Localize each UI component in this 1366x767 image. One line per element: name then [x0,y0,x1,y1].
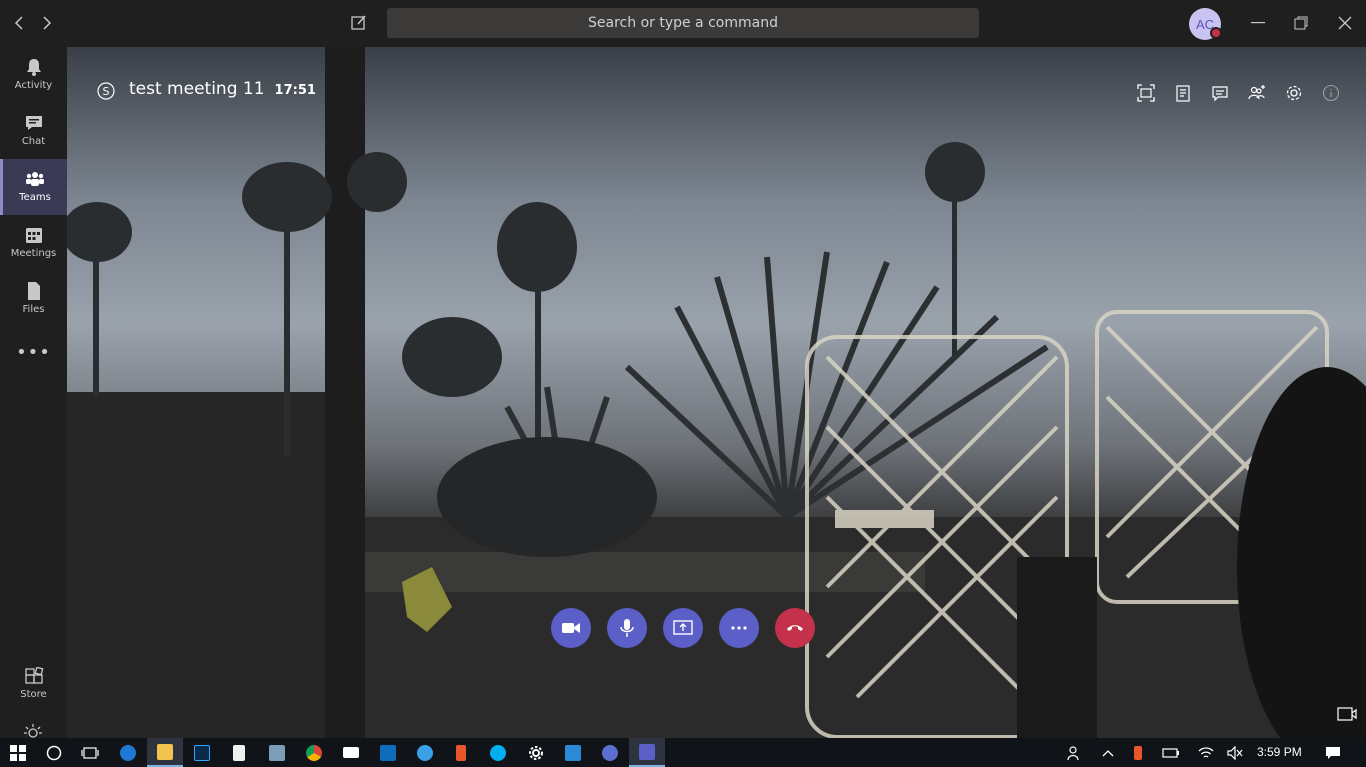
popout-video-icon[interactable] [1337,705,1357,723]
windows-start-icon[interactable] [0,738,36,767]
microphone-button[interactable] [607,608,647,648]
action-center-icon[interactable] [1315,738,1351,767]
tray-app-icon[interactable] [1120,738,1156,767]
mail-icon[interactable] [333,738,369,767]
settings-app-icon[interactable] [518,738,554,767]
people-icon[interactable] [1057,738,1093,767]
teams-app-icon[interactable] [629,738,665,767]
bell-icon [26,59,41,76]
settings-gear-icon[interactable] [1285,84,1303,102]
skype-icon: S [97,82,115,100]
meeting-header: test meeting 11 17:51 [129,79,316,99]
rail-item-label: Store [20,689,47,700]
more-dots-icon [731,626,747,630]
meeting-duration: 17:51 [274,83,316,98]
skype-app-icon[interactable] [480,738,516,767]
clock[interactable]: 3:59 PM [1257,745,1302,759]
cortana-search-icon[interactable] [36,738,72,767]
forward-arrow-icon[interactable] [37,12,57,34]
rail-item-label: Activity [14,80,53,91]
video-camera-icon [562,623,580,633]
store-icon [24,667,43,684]
photoshop-icon[interactable] [184,738,220,767]
meeting-title: test meeting 11 [129,79,265,99]
rail-item-activity[interactable]: Activity [0,47,67,103]
media-player-icon[interactable] [443,738,479,767]
rail-item-chat[interactable]: Chat [0,103,67,159]
more-apps-icon[interactable]: ••• [0,342,67,363]
rail-item-label: Teams [19,192,51,203]
file-icon [27,282,40,300]
back-arrow-icon[interactable] [9,12,29,34]
rail-item-meetings[interactable]: Meetings [0,215,67,271]
hang-up-button[interactable] [775,608,815,648]
visual-studio-icon[interactable] [555,738,591,767]
camera-app-icon[interactable] [592,738,628,767]
restore-icon[interactable] [1289,12,1313,34]
calendar-icon [25,228,42,243]
more-actions-button[interactable] [719,608,759,648]
meeting-toolbar [1137,84,1340,102]
edge-browser-icon[interactable] [110,738,146,767]
task-view-icon[interactable] [72,738,108,767]
video-stage: S test meeting 11 17:51 [67,47,1366,738]
windows-taskbar: 3:59 PM [0,738,1366,767]
close-icon[interactable] [1333,12,1357,34]
conversation-icon[interactable] [1211,84,1229,102]
search-input[interactable]: Search or type a command [387,8,979,38]
outlook-icon[interactable] [370,738,406,767]
feedback-icon[interactable] [24,723,42,739]
chrome-icon[interactable] [296,738,332,767]
battery-icon[interactable] [1153,738,1189,767]
svg-text:S: S [103,85,110,98]
notepad-icon[interactable] [221,738,257,767]
presence-busy-icon [1210,27,1222,39]
rail-item-label: Chat [21,136,46,147]
add-participants-icon[interactable] [1248,84,1266,102]
rail-item-files[interactable]: Files [0,271,67,327]
rail-item-label: Meetings [10,248,57,259]
microphone-icon [620,619,634,637]
internet-explorer-icon[interactable] [407,738,443,767]
camera-button[interactable] [551,608,591,648]
minimize-icon[interactable] [1246,12,1270,34]
chat-icon [25,116,42,130]
compose-icon[interactable] [349,13,369,33]
fullscreen-icon[interactable] [1137,84,1155,102]
rail-item-store[interactable]: Store [0,667,67,700]
rail-item-teams[interactable]: Teams [0,159,67,215]
volume-muted-icon[interactable] [1217,738,1253,767]
share-screen-icon [673,620,693,635]
title-bar: Search or type a command AC [0,0,1366,47]
file-explorer-icon[interactable] [147,738,183,767]
meeting-notes-icon[interactable] [1174,84,1192,102]
share-screen-button[interactable] [663,608,703,648]
app-rail: Activity Chat Teams Meetings Files ••• S… [0,47,67,738]
remote-desktop-icon[interactable] [259,738,295,767]
hang-up-icon [787,625,803,631]
info-icon[interactable] [1322,84,1340,102]
rail-item-label: Files [22,304,45,315]
teams-icon [26,172,44,186]
call-controls [551,608,815,648]
